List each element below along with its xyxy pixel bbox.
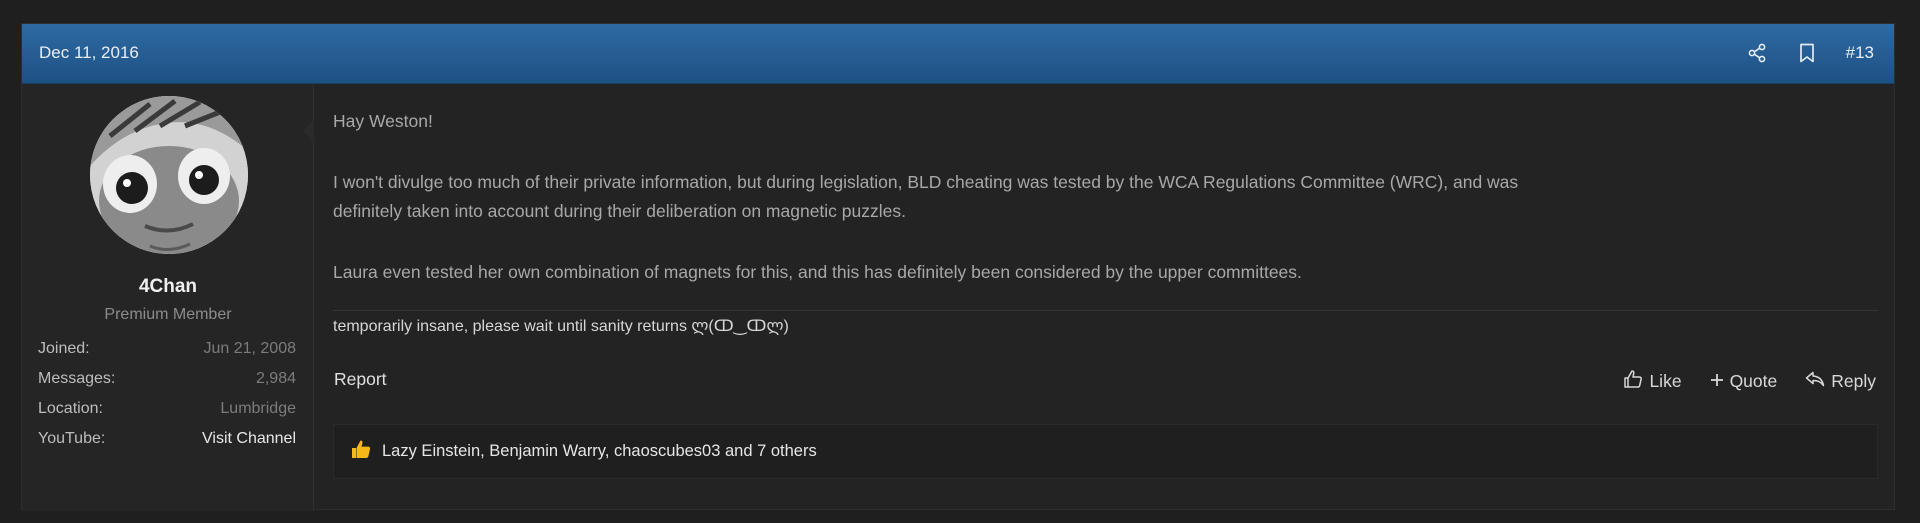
avatar[interactable] [90, 96, 248, 254]
stat-location: Location: Lumbridge [38, 400, 296, 422]
stat-label: Messages: [38, 370, 116, 387]
reactions-bar: Lazy Einstein, Benjamin Warry, chaoscube… [333, 424, 1878, 479]
post-header-actions: #13 [1746, 39, 1874, 67]
stat-value: Lumbridge [220, 400, 296, 417]
post-date[interactable]: Dec 11, 2016 [39, 43, 139, 63]
bookmark-icon[interactable] [1796, 42, 1818, 64]
message-paragraph-2: Laura even tested her own combination of… [333, 262, 1302, 282]
message-greeting: Hay Weston! [333, 111, 433, 131]
reactions-users-link[interactable]: Lazy Einstein, Benjamin Warry, chaoscube… [382, 442, 817, 461]
message-paragraph-1-line-1: I won't divulge too much of their privat… [333, 172, 1519, 192]
visit-channel-link[interactable]: Visit Channel [202, 430, 296, 448]
thumbs-up-icon [350, 438, 372, 465]
stat-label: YouTube: [38, 430, 106, 447]
user-title: Premium Member [104, 306, 232, 323]
post-actions: Like Quote Reply [1623, 369, 1876, 394]
stat-value: 2,984 [255, 370, 296, 387]
user-name[interactable]: 4Chan [22, 276, 314, 298]
message-paragraph-1-line-2: definitely taken into account during the… [333, 201, 906, 221]
forum-post: Dec 11, 2016 #13 4Chan Premium Member Jo… [21, 23, 1895, 511]
stat-joined: Joined: Jun 21, 2008 [38, 340, 296, 362]
pane-arrow [303, 120, 314, 142]
like-button[interactable]: Like [1623, 369, 1682, 394]
post-number-link[interactable]: #13 [1846, 43, 1874, 63]
quote-label: Quote [1729, 371, 1778, 391]
quote-button[interactable]: Quote [1710, 371, 1778, 392]
stat-youtube: YouTube: Visit Channel [38, 430, 296, 452]
report-link[interactable]: Report [334, 369, 387, 390]
reply-label: Reply [1831, 371, 1876, 391]
signature-divider [333, 310, 1878, 311]
reply-button[interactable]: Reply [1805, 371, 1876, 392]
stat-value: Jun 21, 2008 [203, 340, 296, 357]
stat-label: Joined: [38, 340, 90, 357]
signature: temporarily insane, please wait until sa… [333, 318, 789, 335]
user-pane: 4Chan Premium Member Joined: Jun 21, 200… [22, 84, 314, 511]
stat-label: Location: [38, 400, 103, 417]
plus-icon [1710, 371, 1724, 392]
stat-messages: Messages: 2,984 [38, 370, 296, 392]
like-label: Like [1649, 371, 1682, 391]
reply-icon [1805, 371, 1825, 392]
thumbs-up-outline-icon [1623, 369, 1643, 394]
share-icon[interactable] [1746, 42, 1768, 64]
post-header: Dec 11, 2016 #13 [22, 24, 1894, 84]
